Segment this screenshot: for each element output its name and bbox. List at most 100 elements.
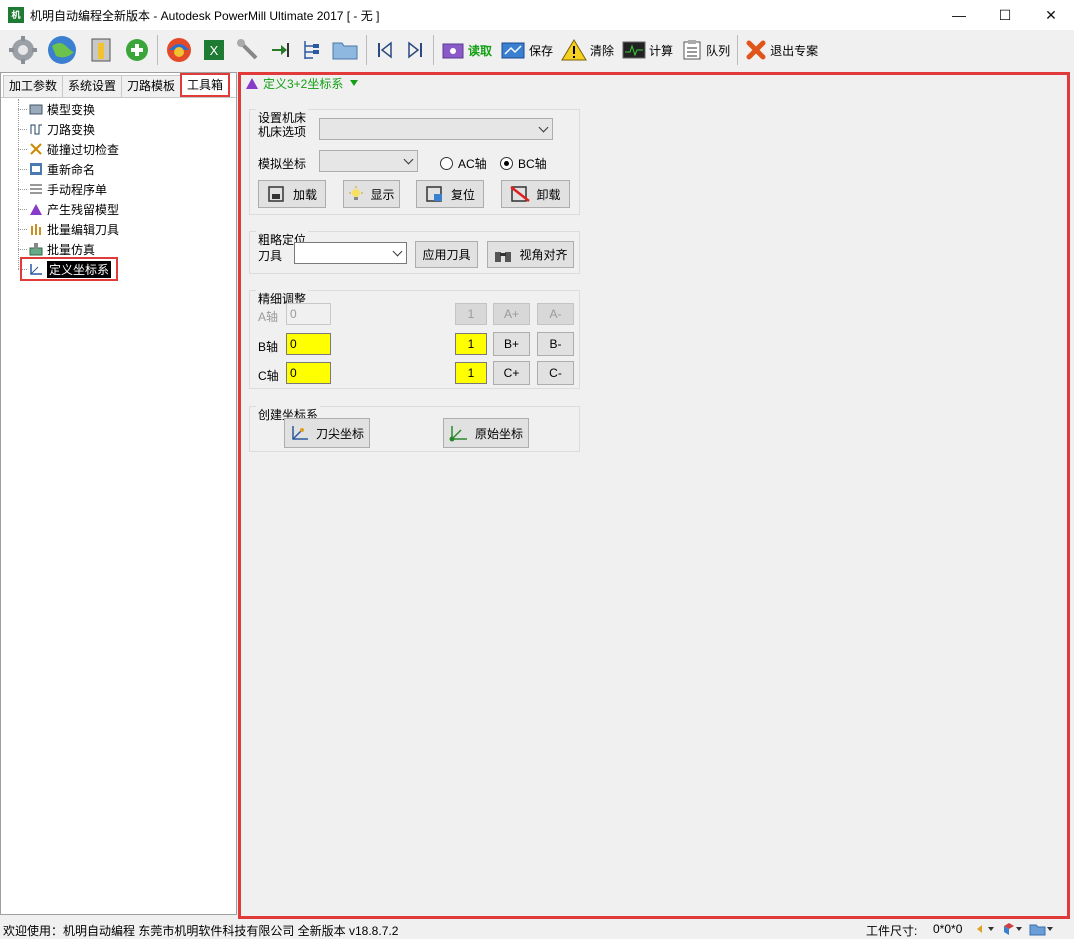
unload-machine-icon — [510, 186, 531, 202]
residual-model-icon — [29, 202, 43, 216]
radio-bc-circle — [500, 157, 513, 170]
left-panel: 加工参数 系统设置 刀路模板 工具箱 模型变换 刀路变换 碰撞过切检查 重新命名… — [0, 72, 237, 915]
main-toolbar: X 读取 保存 清除 计算 队列 退出专案 — [0, 30, 1074, 70]
sim-coord-label: 模拟坐标 — [258, 157, 307, 171]
tree-item-rename[interactable]: 重新命名 — [1, 159, 236, 179]
apply-tool-button[interactable]: 应用刀具 — [415, 241, 478, 268]
minimize-button[interactable]: — — [936, 0, 982, 30]
tool-tip-coordinate-button[interactable]: 刀尖坐标 — [284, 418, 370, 448]
workpiece-size-label: 工件尺寸: — [866, 924, 918, 938]
last-icon[interactable] — [400, 33, 430, 67]
reset-button[interactable]: 复位 — [416, 180, 484, 208]
queue-button[interactable]: 队列 — [677, 33, 734, 67]
view-align-button[interactable]: 视角对齐 — [487, 241, 574, 268]
app-icon: 机明 — [8, 7, 24, 36]
tab-system-settings[interactable]: 系统设置 — [62, 75, 123, 97]
fine-adjust-group: 精细调整 A轴 0 1 A+ A- B轴 0 1 B+ B- C轴 0 1 C+… — [249, 290, 580, 389]
tree-item-manual-program-sheet[interactable]: 手动程序单 — [1, 179, 236, 199]
tree-item-batch-edit-tools[interactable]: 批量编辑刀具 — [1, 219, 236, 239]
tool-tip-coordinate-icon — [292, 426, 308, 440]
tree-structure-icon[interactable] — [295, 33, 327, 67]
tab-machining-params[interactable]: 加工参数 — [3, 75, 64, 97]
a-axis-label: A轴 — [258, 310, 279, 324]
open-folder-icon[interactable] — [1029, 922, 1055, 939]
exit-project-button[interactable]: 退出专案 — [741, 33, 822, 67]
undo-icon[interactable] — [973, 922, 995, 939]
folder-icon[interactable] — [327, 33, 363, 67]
radio-ac-circle — [440, 157, 453, 170]
workpiece-size-value: 0*0*0 — [933, 922, 963, 936]
save-button[interactable]: 保存 — [496, 33, 557, 67]
tree-item-residual-model[interactable]: 产生残留模型 — [1, 199, 236, 219]
view-cube-icon[interactable] — [1001, 922, 1023, 939]
binoculars-icon — [495, 251, 512, 262]
wrench-icon[interactable] — [231, 33, 265, 67]
exit-project-label: 退出专案 — [770, 43, 819, 58]
tool-holder-icon[interactable] — [82, 33, 120, 67]
load-button[interactable]: 加载 — [258, 180, 326, 208]
create-coordinate-group: 创建坐标系 刀尖坐标 原始坐标 — [249, 406, 580, 452]
origin-coordinate-button[interactable]: 原始坐标 — [443, 418, 529, 448]
panel-title: 定义3+2坐标系 — [263, 76, 344, 91]
model-transform-icon — [29, 102, 43, 116]
b-axis-step[interactable]: 1 — [455, 333, 487, 355]
toolbar-separator — [433, 35, 434, 65]
c-plus-button[interactable]: C+ — [493, 361, 530, 385]
tab-divider — [1, 97, 236, 98]
batch-tools-icon — [29, 222, 43, 236]
calculate-label: 计算 — [649, 43, 674, 58]
tree-item-model-transform[interactable]: 模型变换 — [1, 99, 236, 119]
load-machine-icon — [268, 186, 284, 202]
arrow-right-icon[interactable] — [265, 33, 295, 67]
powermill-icon[interactable] — [161, 33, 197, 67]
radio-bc-axis[interactable]: BC轴 — [500, 155, 547, 172]
tree-item-batch-simulation[interactable]: 批量仿真 — [1, 239, 236, 259]
svg-text:X: X — [210, 43, 219, 58]
tab-toolpath-templates[interactable]: 刀路模板 — [121, 75, 182, 97]
globe-icon[interactable] — [42, 33, 82, 67]
a-axis-step[interactable]: 1 — [455, 303, 487, 325]
machine-option-label: 机床选项 — [258, 125, 307, 139]
machine-option-select[interactable] — [319, 118, 553, 140]
status-bar: 欢迎使用：机明自动编程 东莞市机明软件科技有限公司 全新版本 v18.8.7.2… — [0, 919, 1074, 939]
show-button[interactable]: 显示 — [343, 180, 400, 208]
clear-button[interactable]: 清除 — [557, 33, 618, 67]
toolbox-tree: 模型变换 刀路变换 碰撞过切检查 重新命名 手动程序单 产生残留模型 批量编辑刀… — [1, 99, 236, 279]
b-axis-field[interactable]: 0 — [286, 333, 331, 355]
read-button[interactable]: 读取 — [437, 33, 496, 67]
close-button[interactable]: ✕ — [1028, 0, 1074, 30]
light-bulb-icon — [349, 186, 364, 200]
tree-item-toolpath-transform[interactable]: 刀路变换 — [1, 119, 236, 139]
add-icon[interactable] — [120, 33, 154, 67]
b-minus-button[interactable]: B- — [537, 332, 574, 356]
first-icon[interactable] — [370, 33, 400, 67]
gear-icon[interactable] — [4, 33, 42, 67]
calculate-button[interactable]: 计算 — [618, 33, 677, 67]
c-axis-label: C轴 — [258, 369, 279, 383]
sim-coord-select[interactable] — [319, 150, 418, 172]
c-axis-step[interactable]: 1 — [455, 362, 487, 384]
save-label: 保存 — [529, 43, 554, 58]
tree-item-collision-check[interactable]: 碰撞过切检查 — [1, 139, 236, 159]
tab-toolbox[interactable]: 工具箱 — [180, 73, 231, 97]
toolbar-separator — [157, 35, 158, 65]
reset-machine-icon — [426, 186, 442, 202]
a-axis-field[interactable]: 0 — [286, 303, 331, 325]
selection-highlight — [20, 257, 118, 281]
clear-label: 清除 — [590, 43, 615, 58]
tool-select[interactable] — [294, 242, 407, 264]
b-plus-button[interactable]: B+ — [493, 332, 530, 356]
unload-button[interactable]: 卸载 — [501, 180, 570, 208]
maximize-button[interactable]: ☐ — [982, 0, 1028, 30]
title-bar: 机明 机明自动编程全新版本 - Autodesk PowerMill Ultim… — [0, 0, 1074, 36]
panel-header[interactable]: 定义3+2坐标系 — [245, 75, 361, 91]
radio-ac-axis[interactable]: AC轴 — [440, 155, 487, 172]
a-plus-button[interactable]: A+ — [493, 303, 530, 325]
status-welcome: 欢迎使用：机明自动编程 东莞市机明软件科技有限公司 全新版本 v18.8.7.2 — [3, 924, 399, 938]
c-axis-field[interactable]: 0 — [286, 362, 331, 384]
tool-label: 刀具 — [258, 249, 283, 263]
excel-icon[interactable]: X — [197, 33, 231, 67]
dropdown-arrow-icon[interactable] — [347, 78, 361, 88]
a-minus-button[interactable]: A- — [537, 303, 574, 325]
c-minus-button[interactable]: C- — [537, 361, 574, 385]
